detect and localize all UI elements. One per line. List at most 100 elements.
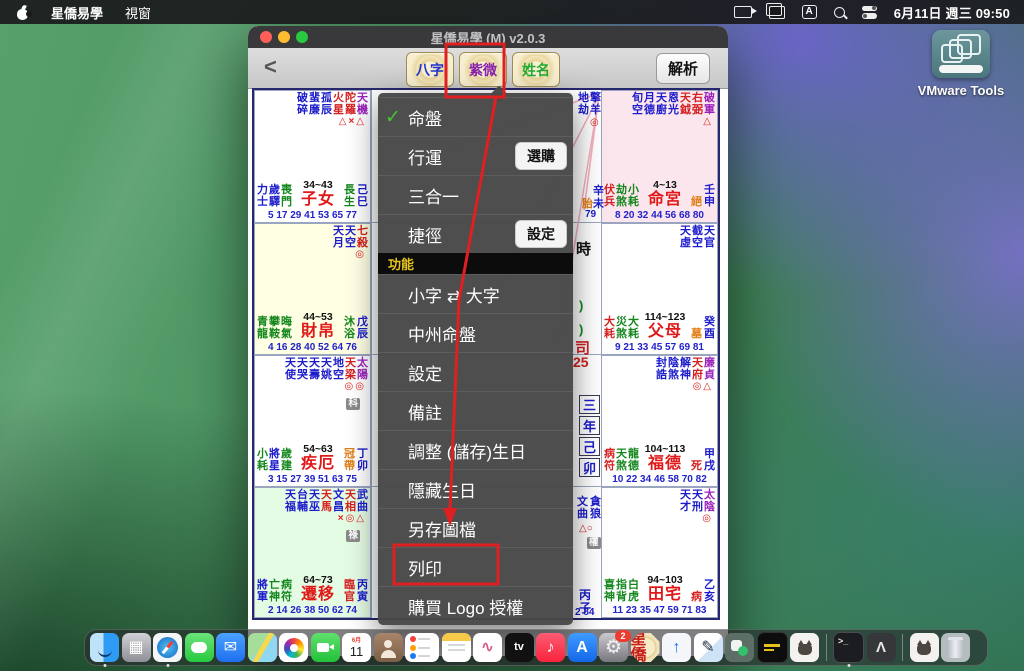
menu-item-小字 ⇄ 大字[interactable]: 小字 ⇄ 大字 bbox=[378, 274, 573, 313]
fragment-hour: 時 bbox=[576, 238, 591, 259]
palace-cell-父母[interactable]: 天虛截空天官大耗災煞大耗114~123父母墓癸酉9 21 33 45 57 69… bbox=[601, 223, 718, 355]
input-source-icon[interactable]: A bbox=[802, 5, 817, 19]
menu-item-label: 購買 Logo 授權 bbox=[408, 594, 523, 619]
ganzhi: 甲戌 bbox=[704, 449, 715, 472]
menu-item-中州命盤[interactable]: 中州命盤 bbox=[378, 313, 573, 352]
fragment-num: 2 84 bbox=[575, 607, 594, 618]
palace-cell-財帛[interactable]: 天月天空七殺◎青龍攀鞍晦氣44~53財帛沐浴戊辰4 16 28 40 52 64… bbox=[254, 223, 371, 355]
age-range: 64~73 bbox=[303, 575, 333, 586]
dock-icon-system-settings[interactable]: ⚙2 bbox=[599, 633, 628, 662]
minimize-button[interactable] bbox=[278, 31, 290, 43]
dock-icon-terminal[interactable]: >_ bbox=[833, 632, 864, 663]
dock-icon-freeform[interactable]: ∿ bbox=[473, 633, 502, 662]
age-range: 44~53 bbox=[303, 312, 333, 323]
dock-icon-notes[interactable] bbox=[442, 633, 471, 662]
menubar-clock[interactable]: 6月11日 週三 09:50 bbox=[894, 3, 1010, 22]
dock: ▦ ✉ 6月11 ∿tv♪A⚙2星僑↑✎ >_Λ bbox=[84, 629, 988, 666]
menu-item-命盤[interactable]: ✓命盤 bbox=[378, 97, 573, 136]
screen-mirroring-icon[interactable] bbox=[769, 6, 785, 19]
dock-icon-cat-face-app[interactable] bbox=[790, 633, 819, 662]
dock-icon-shapes-app[interactable] bbox=[725, 633, 754, 662]
palace-stars: 天才天刑太陰 bbox=[602, 488, 717, 513]
sihua-badge: 科 bbox=[346, 398, 360, 410]
dock-icon-uploader-app[interactable]: ↑ bbox=[662, 633, 691, 662]
menu-item-隱藏生日[interactable]: 隱藏生日 bbox=[378, 469, 573, 508]
dock-icon-contacts[interactable] bbox=[374, 633, 403, 662]
dock-icon-launchpad[interactable]: ▦ bbox=[122, 633, 151, 662]
dock-icon-finder[interactable] bbox=[90, 633, 119, 662]
palace-cell-遷移[interactable]: 天福台輔天巫天馬文昌天相武曲×◎△祿將軍亡神病符64~73遷移臨官丙寅2 14 … bbox=[254, 487, 371, 618]
dock-icon-calendar[interactable]: 6月11 bbox=[342, 633, 371, 662]
life-stage: 冠帶 bbox=[344, 449, 355, 472]
menu-item-行運[interactable]: 行運選購 bbox=[378, 136, 573, 175]
desktop-icon-vmware[interactable]: VMware Tools bbox=[916, 30, 1006, 98]
dock-icon-pen-app[interactable]: ✎ bbox=[694, 633, 723, 662]
menu-item-另存圖檔[interactable]: 另存圖檔 bbox=[378, 508, 573, 547]
tab-bazi[interactable]: 八字 bbox=[406, 52, 454, 87]
close-button[interactable] bbox=[260, 31, 272, 43]
dock-icon-app-store[interactable]: A bbox=[568, 633, 597, 662]
year-numbers: 10 22 34 46 58 70 82 bbox=[604, 474, 715, 485]
age-range: 104~113 bbox=[645, 444, 686, 455]
context-menu: ✓命盤行運選購三合一捷徑設定功能小字 ⇄ 大字中州命盤設定備註調整 (儲存)生日… bbox=[378, 93, 573, 625]
menu-side-button-設定[interactable]: 設定 bbox=[515, 220, 567, 248]
dock-icon-messages[interactable] bbox=[185, 633, 214, 662]
analyze-button[interactable]: 解析 bbox=[656, 53, 710, 84]
ganzhi: 己巳 bbox=[357, 185, 368, 208]
palace-cell-田宅[interactable]: 天才天刑太陰◎喜神指背白虎94~103田宅病乙亥11 23 35 47 59 7… bbox=[601, 487, 718, 618]
tab-xingming[interactable]: 姓名 bbox=[512, 52, 560, 87]
control-center-icon[interactable] bbox=[862, 6, 877, 19]
dock-icon-xingqiao-app[interactable]: 星僑 bbox=[631, 633, 660, 662]
apple-icon[interactable] bbox=[16, 5, 29, 20]
palace-name: 田宅 bbox=[648, 586, 682, 603]
menu-item-備註[interactable]: 備註 bbox=[378, 391, 573, 430]
palace-name: 父母 bbox=[648, 323, 682, 340]
dock-icon-easel-app[interactable]: Λ bbox=[867, 633, 896, 662]
menu-item-列印[interactable]: 列印 bbox=[378, 547, 573, 586]
dock-separator bbox=[902, 634, 903, 661]
ganzhi: 丁卯 bbox=[357, 449, 368, 472]
menu-side-button-選購[interactable]: 選購 bbox=[515, 142, 567, 170]
chart-fragment-star: 地劫 bbox=[578, 93, 589, 116]
dock-icon-tv[interactable]: tv bbox=[505, 633, 534, 662]
menu-item-購買 Logo 授權[interactable]: 購買 Logo 授權 bbox=[378, 586, 573, 625]
dock-icon-reminders[interactable] bbox=[405, 633, 439, 662]
dock-icon-mail[interactable]: ✉ bbox=[216, 633, 245, 662]
palace-cell-福德[interactable]: 封誥陰煞解神天府廉貞◎△病符天煞龍德104~113福德死甲戌10 22 34 4… bbox=[601, 355, 718, 487]
dock-icon-trash[interactable] bbox=[941, 633, 970, 662]
menu-item-調整 (儲存)生日[interactable]: 調整 (儲存)生日 bbox=[378, 430, 573, 469]
dock-separator bbox=[826, 634, 827, 661]
fragment-num: 79 bbox=[585, 209, 596, 220]
menu-item-label: 備註 bbox=[408, 399, 442, 424]
dock-icon-safari[interactable] bbox=[153, 633, 182, 662]
year-numbers: 9 21 33 45 57 69 81 bbox=[604, 342, 715, 353]
star-brightness-symbols: ×◎△ bbox=[255, 513, 370, 524]
dock-icon-cat-face-app-2[interactable] bbox=[910, 633, 939, 662]
menu-item-捷徑[interactable]: 捷徑設定 bbox=[378, 214, 573, 253]
palace-gods: 小耗將星歲建 bbox=[257, 449, 292, 472]
dock-icon-photos[interactable] bbox=[279, 633, 308, 662]
window-titlebar[interactable]: 星僑易學 (M) v2.0.3 bbox=[248, 26, 728, 48]
dock-icon-maps[interactable] bbox=[248, 633, 277, 662]
ganzhi: 丙寅 bbox=[357, 580, 368, 603]
dock-icon-facetime[interactable] bbox=[311, 633, 340, 662]
palace-cell-子女[interactable]: 破碎蜚廉孤辰火星陀羅天機△×△力士歲驛喪門34~43子女長生己巳5 17 29 … bbox=[254, 90, 371, 223]
running-indicator bbox=[103, 664, 106, 667]
menubar-item-window[interactable]: 視窗 bbox=[125, 3, 151, 22]
dock-icon-warning-app[interactable] bbox=[757, 632, 788, 663]
search-icon[interactable] bbox=[834, 7, 845, 18]
menu-item-三合一[interactable]: 三合一 bbox=[378, 175, 573, 214]
back-button[interactable]: < bbox=[264, 54, 277, 80]
dock-icon-music[interactable]: ♪ bbox=[536, 633, 565, 662]
menu-item-設定[interactable]: 設定 bbox=[378, 352, 573, 391]
zoom-button[interactable] bbox=[296, 31, 308, 43]
notification-badge: 2 bbox=[615, 630, 631, 642]
palace-cell-命宮[interactable]: 旬空月德天廚恩光天鉞右弼破軍△伏兵劫煞小耗4~13命宮絕壬申8 20 32 44… bbox=[601, 90, 718, 223]
palace-gods: 力士歲驛喪門 bbox=[257, 185, 292, 208]
vmware-label: VMware Tools bbox=[916, 83, 1006, 98]
tab-ziwei[interactable]: 紫微 bbox=[459, 52, 507, 87]
video-icon[interactable] bbox=[734, 6, 752, 18]
menubar-app-title[interactable]: 星僑易學 bbox=[51, 3, 103, 22]
life-stage: 病 bbox=[691, 592, 702, 604]
palace-cell-疾厄[interactable]: 天使天哭天壽天姚地空天梁太陽◎◎科小耗將星歲建54~63疾厄冠帶丁卯3 15 2… bbox=[254, 355, 371, 487]
